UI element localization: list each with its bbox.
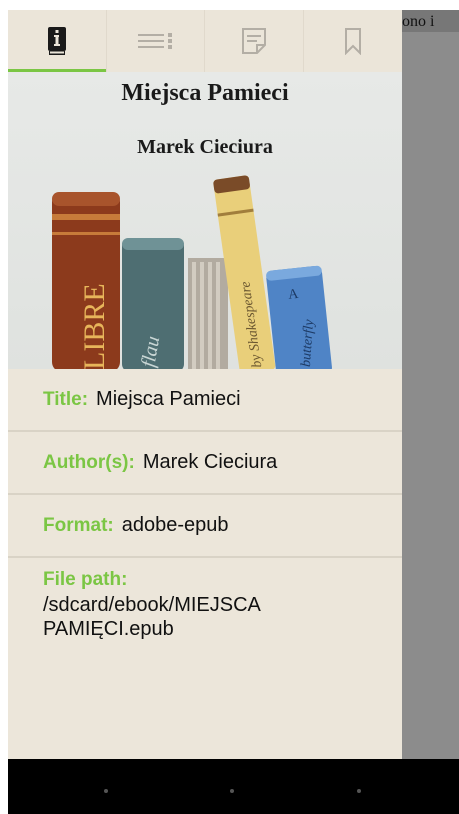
nav-recents-button[interactable] (357, 789, 361, 793)
books-illustration: LIBRE flau by Shakespeare A butterfly (52, 175, 332, 369)
author-label: Author(s): (43, 451, 135, 473)
book-spine-text: LIBRE (78, 283, 111, 369)
title-label: Title: (43, 388, 89, 410)
cover-author: Marek Cieciura (137, 136, 273, 158)
title-row: Title: Miejsca Pamieci (8, 369, 402, 432)
cover-title: Miejsca Pamieci (121, 80, 289, 106)
tab-table-of-contents[interactable] (107, 10, 205, 72)
format-label: Format: (43, 514, 114, 536)
file-path-label: File path: (43, 569, 128, 590)
book-cover: LIBRE flau by Shakespeare A butterfly Mi… (8, 72, 402, 369)
nav-home-button[interactable] (230, 789, 234, 793)
tab-notes[interactable] (205, 10, 304, 72)
book-info-list: Title: Miejsca Pamieci Author(s): Marek … (8, 369, 402, 641)
notes-icon (241, 28, 266, 54)
book-info-icon (47, 27, 66, 55)
file-path-row: File path: /sdcard/ebook/MIEJSCA PAMIĘCI… (8, 558, 402, 641)
drawer-tab-bar (8, 10, 402, 73)
author-value: Marek Cieciura (142, 451, 278, 473)
tab-book-info[interactable] (8, 10, 107, 72)
format-row: Format: adobe-epub (8, 495, 402, 558)
reader-text-fragment: ono i (402, 13, 435, 30)
format-value: adobe-epub (121, 514, 229, 536)
book-info-drawer: LIBRE flau by Shakespeare A butterfly Mi… (8, 10, 402, 759)
system-navigation-bar (8, 759, 459, 814)
nav-back-button[interactable] (104, 789, 108, 793)
tab-bookmarks[interactable] (304, 10, 403, 72)
author-row: Author(s): Marek Cieciura (8, 432, 402, 495)
title-value: Miejsca Pamieci (96, 388, 241, 410)
table-of-contents-icon (138, 33, 173, 49)
file-path-value: /sdcard/ebook/MIEJSCA PAMIĘCI.epub (43, 594, 260, 640)
reader-background[interactable] (402, 32, 459, 759)
bookmark-icon (344, 28, 361, 55)
